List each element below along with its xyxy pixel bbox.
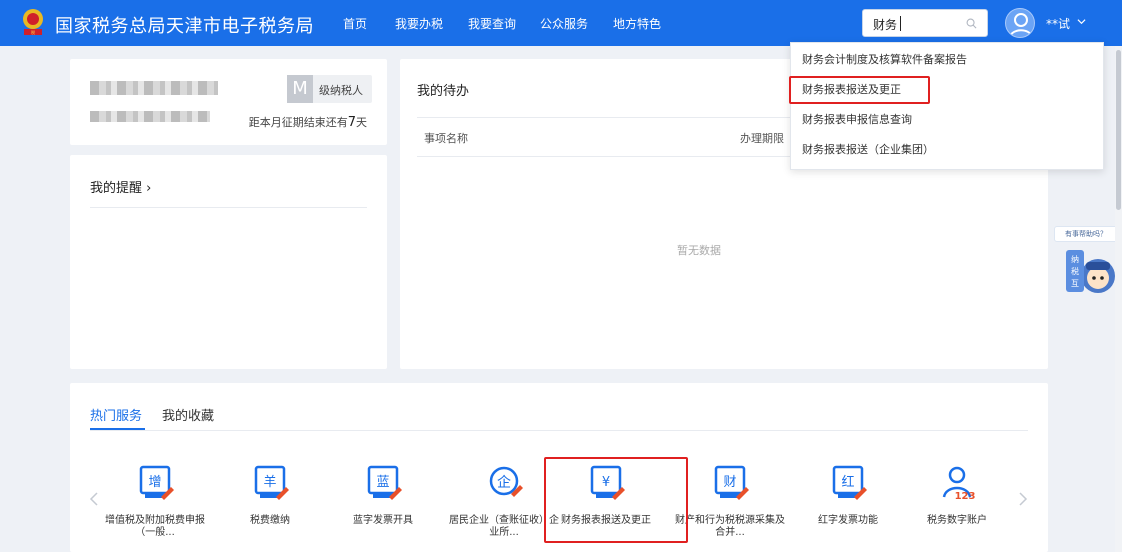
- svg-text:增: 增: [148, 475, 161, 490]
- scrollbar[interactable]: [1115, 46, 1122, 552]
- service-item-lan[interactable]: 蓝蓝字发票开具: [328, 463, 438, 545]
- todo-title: 我的待办: [417, 84, 470, 99]
- service-label: 财产和行为税税源采集及合并...: [675, 515, 785, 538]
- qi-service-icon: 企: [489, 466, 523, 497]
- active-tab-indicator: [90, 428, 145, 430]
- deadline-notice: 距本月征期结束还有7天: [249, 114, 367, 130]
- tab-my-favorites[interactable]: 我的收藏: [162, 405, 214, 424]
- column-deadline: 办理期限: [740, 132, 784, 145]
- reminder-card: 我的提醒 ›: [70, 155, 387, 369]
- service-item-user123[interactable]: 123 税务数字账户: [902, 463, 1012, 545]
- tab-hot-services[interactable]: 热门服务: [90, 405, 142, 424]
- suggestion-item[interactable]: 财务报表申报信息查询: [791, 106, 1103, 134]
- credit-level-text: 级纳税人: [319, 84, 363, 97]
- nav-query[interactable]: 我要查询: [468, 15, 516, 32]
- search-icon[interactable]: [966, 18, 977, 29]
- service-label: 税务数字账户: [927, 515, 987, 526]
- hong-service-icon: 红: [832, 465, 867, 500]
- chevron-left-icon[interactable]: [89, 491, 99, 507]
- svg-text:羊: 羊: [263, 474, 276, 490]
- scrollbar-thumb[interactable]: [1116, 50, 1121, 210]
- divider: [90, 207, 367, 208]
- search-suggestion-dropdown: 财务会计制度及核算软件备案报告 财务报表报送及更正 财务报表申报信息查询 财务报…: [790, 42, 1104, 170]
- top-header: 税 国家税务总局天津市电子税务局 首页 我要办税 我要查询 公众服务 地方特色 …: [0, 0, 1122, 46]
- nav-local-feature[interactable]: 地方特色: [613, 15, 661, 32]
- credit-level-badge: M 级纳税人: [287, 75, 372, 103]
- service-item-qi[interactable]: 企居民企业（查账征收）企业所...: [449, 463, 559, 545]
- services-card: 热门服务 我的收藏 增增值税及附加税费申报（一般... 羊税费缴纳蓝蓝字发票开具企…: [70, 383, 1048, 552]
- yang-service-icon: 羊: [254, 465, 289, 500]
- svg-text:红: 红: [841, 474, 854, 490]
- service-label: 财务报表报送及更正: [561, 515, 651, 526]
- svg-text:财: 财: [723, 475, 736, 490]
- service-label: 红字发票功能: [818, 515, 878, 526]
- mascot-help-icon[interactable]: 纳 税 互: [1064, 248, 1116, 298]
- yuan-service-icon: ¥: [590, 465, 625, 500]
- service-label: 税费缴纳: [250, 515, 290, 526]
- svg-text:蓝: 蓝: [376, 475, 389, 490]
- column-item-name: 事项名称: [424, 132, 468, 145]
- zeng-service-icon: 增: [139, 465, 174, 500]
- service-label: 居民企业（查账征收）企业所...: [449, 515, 559, 538]
- nav-do-tax[interactable]: 我要办税: [395, 15, 443, 32]
- suggestion-item[interactable]: 财务报表报送（企业集团）: [791, 136, 1103, 164]
- site-title[interactable]: 国家税务总局天津市电子税务局: [55, 12, 314, 38]
- svg-text:¥: ¥: [602, 475, 610, 490]
- user123-service-icon: 123: [942, 466, 976, 502]
- suggestion-item-financial-report[interactable]: 财务报表报送及更正: [791, 76, 1103, 104]
- svg-text:税: 税: [31, 29, 35, 35]
- service-label: 增值税及附加税费申报（一般...: [105, 515, 205, 538]
- svg-text:企: 企: [497, 474, 511, 491]
- deadline-suffix: 天: [356, 116, 367, 129]
- service-item-zeng[interactable]: 增增值税及附加税费申报（一般...: [100, 463, 210, 545]
- search-input[interactable]: 财务: [862, 9, 988, 37]
- user-icon: [1009, 13, 1033, 37]
- service-item-yuan[interactable]: ¥ 财务报表报送及更正: [551, 463, 661, 545]
- masked-company-name: [90, 81, 218, 95]
- nav-home[interactable]: 首页: [343, 15, 367, 32]
- service-item-cai[interactable]: 财财产和行为税税源采集及合并...: [675, 463, 785, 545]
- user-avatar[interactable]: [1005, 8, 1035, 38]
- empty-state-text: 暂无数据: [677, 244, 721, 257]
- svg-text:纳: 纳: [1071, 254, 1079, 264]
- masked-tax-id: [90, 111, 210, 122]
- chevron-right-icon[interactable]: [1018, 491, 1028, 507]
- deadline-days: 7: [347, 115, 356, 130]
- cai-service-icon: 财: [714, 465, 749, 500]
- service-label: 蓝字发票开具: [353, 515, 413, 526]
- service-item-hong[interactable]: 红红字发票功能: [793, 463, 903, 545]
- taxpayer-card: M 级纳税人 距本月征期结束还有7天: [70, 59, 387, 145]
- service-item-yang[interactable]: 羊税费缴纳: [215, 463, 325, 545]
- nav-public-service[interactable]: 公众服务: [540, 15, 588, 32]
- text-cursor: [900, 16, 901, 31]
- user-name[interactable]: **试: [1046, 15, 1070, 32]
- tax-emblem-icon: 税: [23, 9, 43, 35]
- deadline-prefix: 距本月征期结束还有: [248, 116, 348, 129]
- credit-level-letter: M: [287, 75, 313, 103]
- svg-text:税: 税: [1071, 266, 1079, 276]
- help-bubble[interactable]: 有事帮助吗？: [1054, 226, 1118, 242]
- tab-divider: [90, 430, 1028, 431]
- lan-service-icon: 蓝: [367, 465, 402, 500]
- svg-text:123: 123: [955, 491, 976, 502]
- reminder-title[interactable]: 我的提醒 ›: [90, 177, 151, 196]
- chevron-down-icon[interactable]: [1077, 17, 1086, 26]
- svg-text:互: 互: [1071, 279, 1079, 288]
- suggestion-item[interactable]: 财务会计制度及核算软件备案报告: [791, 46, 1103, 74]
- search-text: 财务: [873, 18, 898, 32]
